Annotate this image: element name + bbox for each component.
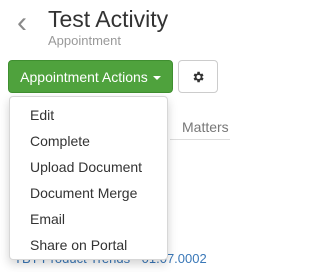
tab-matters-label: Matters: [182, 119, 229, 135]
appointment-actions-menu: Edit Complete Upload Document Document M…: [9, 96, 168, 260]
back-chevron-icon[interactable]: ‹: [17, 8, 27, 38]
appointment-actions-label: Appointment Actions: [20, 68, 148, 85]
menu-item-edit[interactable]: Edit: [10, 102, 167, 128]
appointment-actions-button[interactable]: Appointment Actions: [8, 60, 173, 93]
menu-item-document-merge[interactable]: Document Merge: [10, 180, 167, 206]
menu-item-upload-document[interactable]: Upload Document: [10, 154, 167, 180]
menu-item-complete[interactable]: Complete: [10, 128, 167, 154]
page-subtitle: Appointment: [48, 33, 121, 48]
tab-matters[interactable]: Matters: [170, 107, 230, 140]
page-title: Test Activity: [48, 6, 169, 32]
gear-icon: [193, 71, 204, 82]
caret-down-icon: [152, 75, 161, 80]
settings-button[interactable]: [178, 60, 218, 93]
menu-item-share-on-portal[interactable]: Share on Portal: [10, 232, 167, 258]
menu-item-email[interactable]: Email: [10, 206, 167, 232]
